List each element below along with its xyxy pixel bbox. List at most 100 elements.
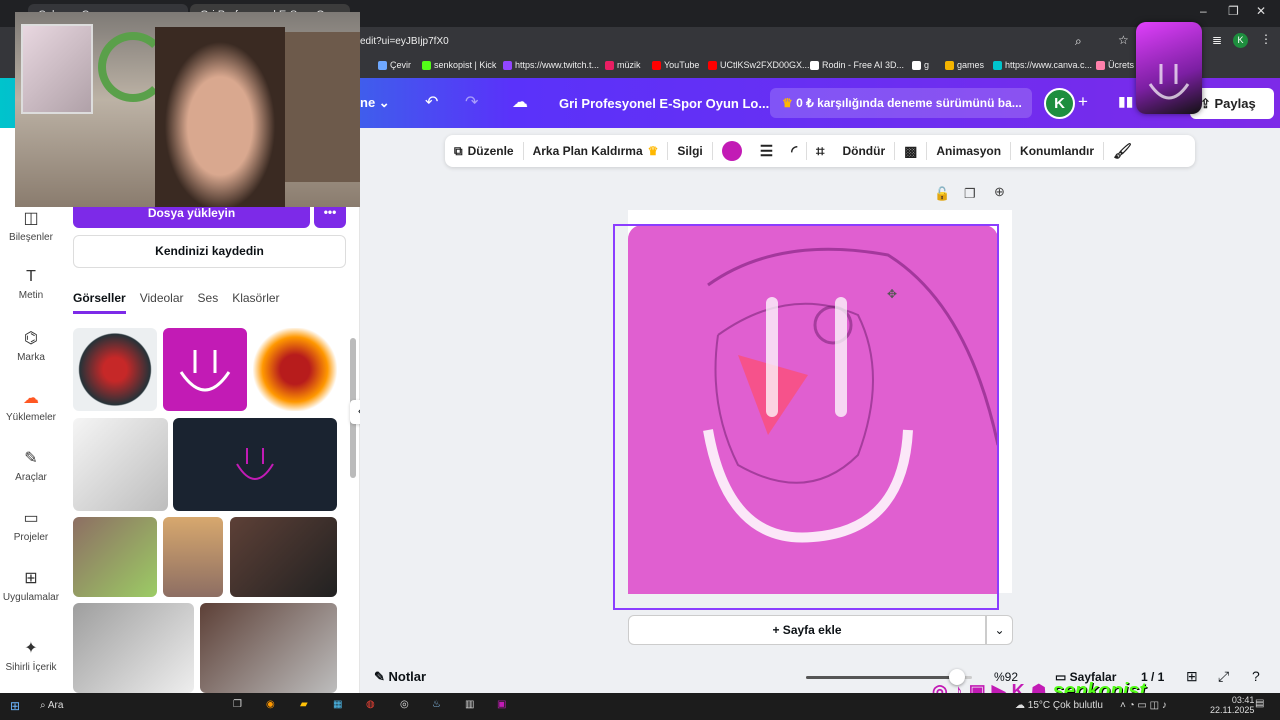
bookmark-item[interactable]: https://www.twitch.t... <box>503 60 599 70</box>
epic-icon[interactable]: ▥ <box>465 699 474 710</box>
chrome-icon[interactable]: ◍ <box>366 699 375 710</box>
paint-format-icon[interactable]: 🖌 <box>1104 142 1141 160</box>
color-picker[interactable] <box>713 141 751 161</box>
bookmark-item[interactable]: g <box>912 60 929 70</box>
thumbnail-monkey[interactable] <box>73 603 194 693</box>
rotate-button[interactable]: Döndür <box>833 144 894 158</box>
windows-taskbar: ⊞ ⌕ Ara ❐ ◉ ▰ ▦ ◍ ◎ ♨ ▥ ▣ ☁ 15°C Çok bul… <box>0 693 1280 720</box>
redo-icon[interactable]: ↷ <box>465 92 478 112</box>
position-button[interactable]: Konumlandır <box>1011 144 1103 158</box>
sidebar-item[interactable]: ⌬ Marka <box>0 328 62 363</box>
add-page-icon[interactable]: ⊕ <box>994 184 1005 200</box>
tab-videos[interactable]: Videolar <box>140 291 184 314</box>
share-button[interactable]: ⇪ Paylaş <box>1190 88 1274 119</box>
edit-button[interactable]: ⧉ Düzenle <box>445 144 523 159</box>
sidebar-item[interactable]: T Metin <box>0 268 62 301</box>
sidebar-item[interactable]: ◫ Bileşenler <box>0 208 62 243</box>
sidebar-item-label: Yüklemeler <box>5 412 57 423</box>
thumbnail-cat[interactable] <box>230 517 337 597</box>
clock[interactable]: 03:41 22.11.2025 <box>1210 695 1254 715</box>
upload-cloud-icon: ☁ <box>23 390 39 407</box>
copilot-icon[interactable]: ◉ <box>266 699 275 710</box>
notes-icon: ✎ <box>374 669 389 684</box>
windows-start-icon[interactable]: ⊞ <box>10 699 20 713</box>
lock-icon[interactable]: 🔓 <box>934 186 950 202</box>
star-icon[interactable]: ☆ <box>1118 33 1129 47</box>
bookmark-item[interactable]: YouTube <box>652 60 699 70</box>
panel-tabs: Görseller Videolar Ses Klasörler <box>73 291 280 314</box>
bookmark-favicon-icon <box>652 60 661 70</box>
chevron-down-icon[interactable]: ⌄ <box>986 615 1013 645</box>
file-explorer-icon[interactable]: ▰ <box>300 699 308 710</box>
stats-icon[interactable]: ▮▮ <box>1118 93 1133 110</box>
thumbnail-smiley-pink[interactable] <box>163 328 247 411</box>
grid-view-icon[interactable]: ⊞ <box>1186 668 1198 685</box>
tab-images[interactable]: Görseller <box>73 291 126 314</box>
tools-icon: ✎ <box>24 450 38 467</box>
minimize-icon[interactable]: – <box>1200 4 1207 18</box>
bookmark-item[interactable]: Rodin - Free AI 3D... <box>810 60 904 70</box>
erase-button[interactable]: Silgi <box>668 144 711 158</box>
add-person-icon[interactable]: + <box>1078 92 1088 112</box>
bookmark-item[interactable]: müzik <box>605 60 641 70</box>
notes-button[interactable]: ✎ Notlar <box>374 669 426 685</box>
bg-remove-button[interactable]: Arka Plan Kaldırma ♛ <box>524 144 668 158</box>
bookmark-item[interactable]: games <box>945 60 984 70</box>
text-icon: T <box>26 268 36 285</box>
thumbnail-sketch-creature[interactable] <box>73 418 168 511</box>
thumbnail-fire-mask[interactable] <box>253 328 337 411</box>
menu-dots-icon[interactable]: ⋮ <box>1260 32 1272 46</box>
bookmark-item[interactable]: senkopist | Kick <box>422 60 496 70</box>
transparency-icon[interactable]: ▩ <box>895 143 926 160</box>
trial-button[interactable]: ♛ 0 ₺ karşılığında deneme sürümünü ba... <box>770 88 1032 118</box>
user-avatar[interactable]: K <box>1044 88 1075 119</box>
sidebar-item[interactable]: ⊞ Uygulamalar <box>0 568 62 603</box>
add-page-button[interactable]: + Sayfa ekle <box>628 615 986 645</box>
sidebar-item[interactable]: ✎ Araçlar <box>0 448 62 483</box>
corner-rounding-icon[interactable]: ◜ <box>782 142 806 160</box>
weather-widget[interactable]: ☁ 15°C Çok bulutlu <box>1015 700 1103 711</box>
zoom-icon[interactable]: ⌕ <box>1075 34 1082 49</box>
store-icon[interactable]: ▦ <box>333 699 342 710</box>
task-view-icon[interactable]: ❐ <box>233 699 242 710</box>
help-icon[interactable]: ? <box>1252 668 1260 684</box>
sidebar-item[interactable]: ☁ Yüklemeler <box>0 388 62 423</box>
tray-icons[interactable]: ˄ ◔ ▭ ◫ ♪ <box>1120 700 1167 711</box>
search-box[interactable]: ⌕ Ara <box>40 700 63 711</box>
thumbnail-smiley-dark[interactable] <box>173 418 337 511</box>
thumbnail-dog[interactable] <box>163 517 223 597</box>
profile-avatar[interactable]: K <box>1233 33 1248 48</box>
record-yourself-button[interactable]: Kendinizi kaydedin <box>73 235 346 268</box>
crop-icon[interactable]: ⌗ <box>807 143 833 160</box>
fullscreen-icon[interactable]: ⤢ <box>1218 668 1229 685</box>
design-image[interactable] <box>628 225 998 594</box>
tab-audio[interactable]: Ses <box>198 291 219 314</box>
bookmark-item[interactable]: Ücrets <box>1096 60 1134 70</box>
undo-icon[interactable]: ↶ <box>425 92 438 112</box>
bookmark-item[interactable]: UCtlKSw2FXD00GX... <box>708 60 810 70</box>
sidebar-item[interactable]: ▭ Projeler <box>0 508 62 543</box>
maximize-icon[interactable]: ❐ <box>1228 4 1239 18</box>
thumbnail-mask-logo[interactable] <box>73 328 157 411</box>
bookmark-item[interactable]: https://www.canva.c... <box>993 60 1092 70</box>
thumbnail-frog[interactable] <box>73 517 157 597</box>
extensions-icon[interactable]: ≣ <box>1212 33 1222 47</box>
notification-icon[interactable]: ▤ <box>1255 698 1264 709</box>
bookmark-favicon-icon <box>993 60 1002 70</box>
close-icon[interactable]: ✕ <box>1256 4 1266 18</box>
tab-folders[interactable]: Klasörler <box>232 291 279 314</box>
thumbnail-donkey[interactable] <box>200 603 337 693</box>
border-style-icon[interactable]: ☰ <box>751 142 782 160</box>
document-title[interactable]: Gri Profesyonel E-Spor Oyun Lo... <box>559 96 769 111</box>
obs-icon[interactable]: ◎ <box>400 699 409 710</box>
sidebar-item[interactable]: ✦ Sihirli İçerik <box>0 638 62 673</box>
canva-app-icon[interactable]: ▣ <box>497 699 506 710</box>
steam-icon[interactable]: ♨ <box>432 699 441 710</box>
url-field[interactable]: edit?ui=eyJBIjp7fX0 <box>360 36 449 47</box>
brand-icon: ⌬ <box>24 330 38 347</box>
bookmark-item[interactable]: Çevir <box>378 60 411 70</box>
animation-button[interactable]: Animasyon <box>927 144 1010 158</box>
zoom-slider[interactable] <box>806 676 972 679</box>
file-menu[interactable]: ne ⌄ <box>360 95 390 111</box>
duplicate-icon[interactable]: ❐ <box>964 186 976 202</box>
